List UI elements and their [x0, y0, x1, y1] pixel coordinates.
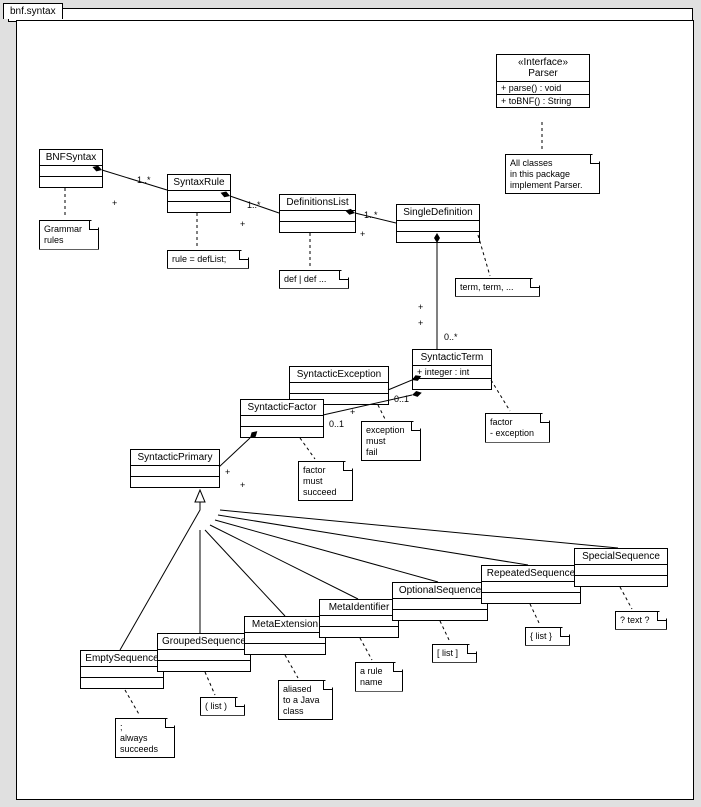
class-repeatedsequence: RepeatedSequence: [481, 565, 581, 604]
class-emptysequence: EmptySequence: [80, 650, 164, 689]
empty-sec: [482, 593, 580, 603]
note-repeated: { list }: [525, 627, 570, 646]
syntterm-name: SyntacticTerm: [413, 350, 491, 366]
note-optional: [ list ]: [432, 644, 477, 663]
class-parser: «Interface»Parser + parse() : void + toB…: [496, 54, 590, 108]
class-bnfsyntax: BNFSyntax: [39, 149, 103, 188]
note-empty: ;alwayssucceeds: [115, 718, 175, 758]
syntaxrule-name: SyntaxRule: [168, 175, 230, 191]
empty-sec: [168, 202, 230, 212]
syntprimary-name: SyntacticPrimary: [131, 450, 219, 466]
empty-sec: [40, 177, 102, 187]
empty-sec: [397, 221, 479, 232]
empty-sec: [245, 633, 325, 644]
syntfactor-name: SyntacticFactor: [241, 400, 323, 416]
mult-1star-1: 1..*: [137, 175, 151, 185]
note-factorexc: factor- exception: [485, 413, 550, 443]
empty-sec: [40, 166, 102, 177]
parser-op2: + toBNF() : String: [497, 95, 589, 107]
empty-sec: [575, 576, 667, 586]
syntexc-name: SyntacticException: [290, 367, 388, 383]
groupedseq-name: GroupedSequence: [158, 634, 250, 650]
empty-sec: [81, 667, 163, 678]
mult-plus-4: +: [418, 302, 423, 312]
class-optionalsequence: OptionalSequence: [392, 582, 488, 621]
class-definitionslist: DefinitionsList: [279, 194, 356, 233]
package-tab: bnf.syntax: [3, 3, 63, 19]
empty-sec: [320, 627, 398, 637]
note-grammar: Grammarrules: [39, 220, 99, 250]
mult-1star-2: 1..*: [247, 200, 261, 210]
class-syntacticprimary: SyntacticPrimary: [130, 449, 220, 488]
defslist-name: DefinitionsList: [280, 195, 355, 211]
note-grouped: ( list ): [200, 697, 245, 716]
empty-sec: [575, 565, 667, 576]
note-factorsucceed: factormustsucceed: [298, 461, 353, 501]
class-specialsequence: SpecialSequence: [574, 548, 668, 587]
parser-op1: + parse() : void: [497, 82, 589, 95]
empty-sec: [131, 477, 219, 487]
empty-sec: [245, 644, 325, 654]
empty-sec: [168, 191, 230, 202]
mult-plus-2: +: [240, 219, 245, 229]
empty-sec: [320, 616, 398, 627]
diagram-canvas: bnf.syntax «Interface»Parser + parse() :…: [0, 0, 701, 807]
empty-sec: [280, 211, 355, 222]
optseq-name: OptionalSequence: [393, 583, 487, 599]
mult-0one-2: 0..1: [329, 419, 344, 429]
empty-sec: [158, 661, 250, 671]
metaext-name: MetaExtension: [245, 617, 325, 633]
note-metaid: a rulename: [355, 662, 403, 692]
empty-sec: [158, 650, 250, 661]
class-syntaxrule: SyntaxRule: [167, 174, 231, 213]
empty-sec: [280, 222, 355, 232]
empty-sec: [241, 416, 323, 427]
mult-plus-5: +: [350, 407, 355, 417]
empty-sec: [81, 678, 163, 688]
note-rule: rule = defList;: [167, 250, 249, 269]
note-special: ? text ?: [615, 611, 667, 630]
note-defs: def | def ...: [279, 270, 349, 289]
metaid-name: MetaIdentifier: [320, 600, 398, 616]
bnfsyntax-name: BNFSyntax: [40, 150, 102, 166]
mult-plus-4b: +: [418, 318, 423, 328]
note-parser: All classesin this packageimplement Pars…: [505, 154, 600, 194]
class-groupedsequence: GroupedSequence: [157, 633, 251, 672]
repseq-name: RepeatedSequence: [482, 566, 580, 582]
mult-0star: 0..*: [444, 332, 458, 342]
emptyseq-name: EmptySequence: [81, 651, 163, 667]
note-excfail: exceptionmustfail: [361, 421, 421, 461]
mult-plus-6: +: [225, 467, 230, 477]
specseq-name: SpecialSequence: [575, 549, 667, 565]
mult-0one-1: 0..1: [394, 394, 409, 404]
mult-plus-6b: +: [240, 480, 245, 490]
singledef-name: SingleDefinition: [397, 205, 479, 221]
empty-sec: [413, 379, 491, 389]
empty-sec: [131, 466, 219, 477]
class-metaidentifier: MetaIdentifier: [319, 599, 399, 638]
syntterm-attr: + integer : int: [413, 366, 491, 379]
class-syntacticterm: SyntacticTerm + integer : int: [412, 349, 492, 390]
empty-sec: [393, 599, 487, 610]
parser-header: «Interface»Parser: [497, 55, 589, 82]
empty-sec: [482, 582, 580, 593]
class-syntacticfactor: SyntacticFactor: [240, 399, 324, 438]
class-metaextension: MetaExtension: [244, 616, 326, 655]
empty-sec: [397, 232, 479, 242]
empty-sec: [241, 427, 323, 437]
note-metaext: aliasedto a Javaclass: [278, 680, 333, 720]
empty-sec: [393, 610, 487, 620]
mult-plus-3: +: [360, 229, 365, 239]
class-singledefinition: SingleDefinition: [396, 204, 480, 243]
mult-1star-3: 1..*: [364, 210, 378, 220]
empty-sec: [290, 383, 388, 394]
mult-plus-1: +: [112, 198, 117, 208]
note-terms: term, term, ...: [455, 278, 540, 297]
